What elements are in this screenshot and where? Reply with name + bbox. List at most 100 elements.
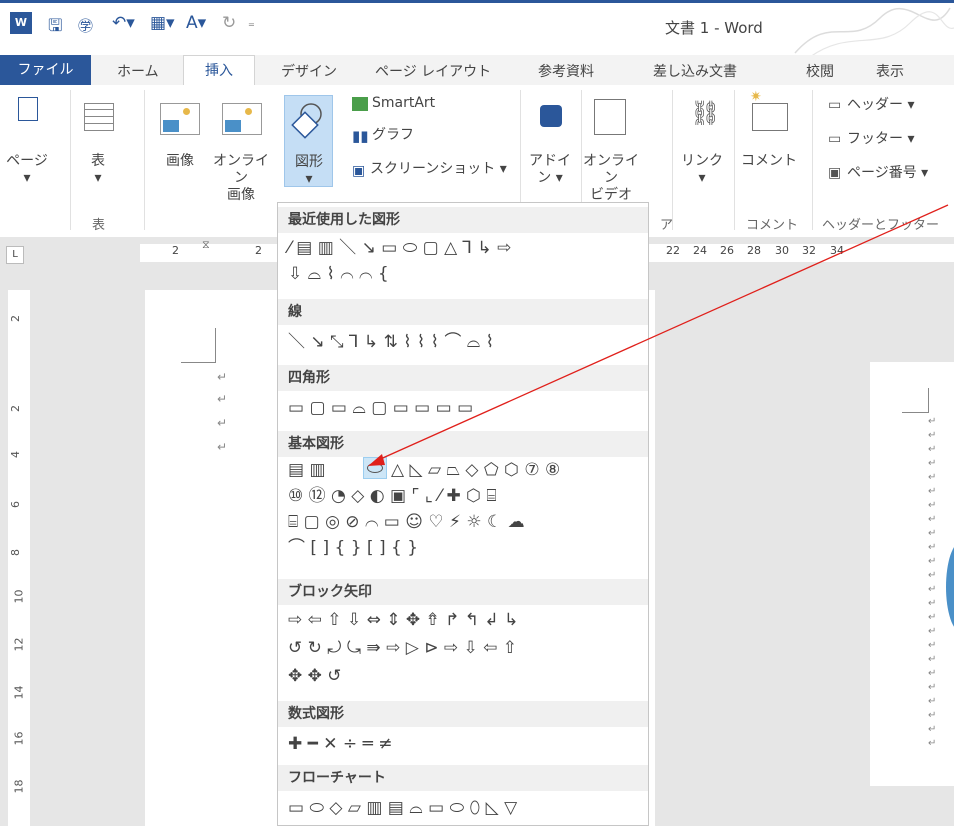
- margin-corner: [902, 412, 929, 413]
- paragraph-mark: ↵: [217, 416, 228, 430]
- addins-button[interactable]: アドイン ▾: [525, 153, 575, 187]
- section-lines: 線: [278, 299, 648, 325]
- ruler-tick: 32: [802, 244, 816, 257]
- tab-insert[interactable]: 挿入: [183, 55, 255, 86]
- tab-page-layout[interactable]: ページ レイアウト: [375, 61, 491, 81]
- document-page-thumbnail[interactable]: ↵ ↵ ↵ ↵ ↵ ↵ ↵ ↵ ↵ ↵ ↵ ↵ ↵ ↵ ↵ ↵ ↵ ↵ ↵ ↵ ↵ ↵ ↵ ↵: [870, 362, 954, 786]
- pages-button[interactable]: ページ ▾: [2, 153, 52, 187]
- paragraph-mark: ↵: [928, 556, 937, 567]
- section-basic-shapes: 基本図形: [278, 431, 648, 457]
- basic-shapes-row[interactable]: △ ◺ ▱ ⏢ ◇ ⬠ ⬡ ⑦ ⑧: [391, 459, 560, 481]
- touch-mode-icon[interactable]: ㊫: [78, 15, 93, 36]
- basic-shapes-row[interactable]: ▤ ▥: [288, 459, 326, 481]
- title-decoration: [794, 7, 954, 58]
- basic-shapes-row[interactable]: ⑩ ⑫ ◔ ◇ ◐ ▣ ⌜ ⌞ ⁄ ✚ ⬡ ⌸: [288, 485, 497, 507]
- margin-corner: [928, 388, 929, 412]
- block-arrows-row[interactable]: ↺ ↻ ⤾ ⤿ ⇛ ⇨ ▷ ⊳ ⇨ ⇩ ⇦ ⇧: [288, 637, 517, 659]
- recent-shapes-row[interactable]: ⇩ ⌓ ⌇ ⌒ ⌒ {: [288, 263, 389, 285]
- section-equation-shapes: 数式図形: [278, 701, 648, 727]
- paragraph-mark: ↵: [928, 626, 937, 637]
- font-color-icon[interactable]: A▾: [186, 13, 206, 33]
- equation-shapes-row[interactable]: ✚ ━ ✕ ÷ ═ ≠: [288, 733, 392, 755]
- paragraph-mark: ↵: [928, 738, 937, 749]
- vertical-ruler[interactable]: 2 2 4 6 8 10 12 14 16 18: [8, 290, 30, 826]
- group-label-table: 表: [92, 218, 106, 233]
- lines-row[interactable]: ＼ ↘ ⤡ ⅂ ↳ ⇅ ⌇ ⌇ ⌇ ⌒ ⌓ ⌇: [288, 331, 494, 353]
- online-picture-button[interactable]: オンライン 画像: [208, 153, 274, 204]
- tab-file[interactable]: ファイル: [0, 55, 91, 85]
- ribbon-tabs: ファイル ホーム 挿入 デザイン ページ レイアウト 参考資料 差し込み文書 校…: [0, 55, 954, 86]
- group-separator: [144, 90, 145, 230]
- paragraph-mark: ↵: [217, 370, 228, 384]
- shapes-label: 図形 ▾: [295, 154, 323, 187]
- margin-corner: [181, 362, 216, 363]
- paragraph-mark: ↵: [928, 486, 937, 497]
- tab-mailings[interactable]: 差し込み文書: [653, 61, 737, 81]
- paragraph-mark: ↵: [928, 696, 937, 707]
- basic-shapes-row[interactable]: ⌒ [ ] { } [ ] { }: [288, 537, 418, 559]
- customize-icon[interactable]: ₌: [248, 16, 255, 31]
- ruler-tick: 28: [747, 244, 761, 257]
- header-icon: ▭: [828, 97, 842, 113]
- page-number-icon: ▣: [828, 165, 842, 181]
- rectangles-row[interactable]: ▭ ▢ ▭ ⌓ ▢ ▭ ▭ ▭ ▭: [288, 397, 473, 419]
- comment-button[interactable]: コメント: [738, 153, 800, 170]
- shapes-button[interactable]: 図形 ▾: [284, 95, 333, 187]
- table-icon[interactable]: ▦▾: [150, 13, 175, 33]
- vruler-tick: 12: [12, 637, 26, 652]
- ruler-tick: 2: [255, 244, 262, 257]
- tab-design[interactable]: デザイン: [281, 61, 337, 81]
- tab-review[interactable]: 校閲: [806, 61, 834, 81]
- ruler-tick: 26: [720, 244, 734, 257]
- tab-selector-button[interactable]: L: [6, 246, 24, 264]
- smartart-button[interactable]: SmartArt: [372, 95, 435, 112]
- paragraph-mark: ↵: [928, 528, 937, 539]
- paragraph-mark: ↵: [928, 458, 937, 469]
- screenshot-button[interactable]: スクリーンショット ▾: [370, 161, 507, 178]
- link-button[interactable]: リンク ▾: [680, 153, 724, 187]
- block-arrows-row[interactable]: ✥ ✥ ↺: [288, 665, 342, 687]
- chart-button[interactable]: グラフ: [372, 127, 414, 144]
- blue-oval-shape[interactable]: [946, 542, 954, 632]
- paragraph-mark: ↵: [217, 392, 228, 406]
- vruler-tick: 16: [12, 731, 26, 746]
- footer-icon: ▭: [828, 131, 842, 147]
- undo-icon[interactable]: ↶▾: [112, 13, 135, 33]
- recent-shapes-row[interactable]: ⁄ ▤ ▥ ＼ ↘ ▭ ⬭ ▢ △ ⅂ ↳ ⇨: [288, 237, 511, 259]
- paragraph-mark: ↵: [928, 612, 937, 623]
- paragraph-mark: ↵: [928, 640, 937, 651]
- shapes-dropdown[interactable]: 最近使用した図形 ⁄ ▤ ▥ ＼ ↘ ▭ ⬭ ▢ △ ⅂ ↳ ⇨ ⇩ ⌓ ⌇ ⌒…: [277, 202, 649, 826]
- group-separator: [734, 90, 735, 230]
- indent-marker-icon[interactable]: ⧖: [202, 238, 210, 252]
- tab-view[interactable]: 表示: [876, 61, 904, 81]
- comment-icon: [752, 103, 788, 131]
- document-title: 文書 1 - Word: [665, 19, 763, 37]
- picture-icon: [160, 103, 200, 135]
- section-rectangles: 四角形: [278, 365, 648, 391]
- screenshot-icon: ▣: [352, 163, 366, 179]
- header-button[interactable]: ヘッダー ▾: [847, 97, 914, 114]
- footer-button[interactable]: フッター ▾: [847, 131, 914, 148]
- online-video-button[interactable]: オンライン ビデオ: [582, 153, 640, 204]
- comment-star-icon: ✷: [750, 89, 762, 105]
- redo-icon[interactable]: ↻: [222, 13, 236, 33]
- basic-shapes-row[interactable]: ⌸ ▢ ◎ ⊘ ⌒ ▭ ☺ ♡ ⚡ ☼ ☾ ☁: [288, 511, 525, 533]
- section-recent-shapes: 最近使用した図形: [278, 207, 648, 233]
- flowchart-row[interactable]: ▭ ⬭ ◇ ▱ ▥ ▤ ⌓ ▭ ⬭ ⬯ ◺ ▽: [288, 797, 517, 819]
- vruler-tick: 8: [9, 549, 22, 556]
- addins-icon: [540, 105, 562, 127]
- ruler-tick: 24: [693, 244, 707, 257]
- vruler-tick: 14: [12, 685, 26, 700]
- block-arrows-row[interactable]: ⇨ ⇦ ⇧ ⇩ ⇔ ⇕ ✥ ⇮ ↱ ↰ ↲ ↳: [288, 609, 518, 631]
- table-button[interactable]: 表 ▾: [78, 153, 118, 187]
- save-icon[interactable]: 🖫: [48, 13, 62, 42]
- word-app-icon: W: [10, 12, 32, 34]
- picture-button[interactable]: 画像: [155, 153, 205, 170]
- tab-references[interactable]: 参考資料: [538, 61, 594, 81]
- group-label-comment: コメント: [746, 218, 799, 233]
- link-icon: ⛓: [690, 99, 721, 127]
- oval-shape-selected[interactable]: [363, 457, 387, 479]
- page-number-button[interactable]: ページ番号 ▾: [847, 165, 928, 182]
- tab-home[interactable]: ホーム: [117, 61, 159, 81]
- shapes-icon: [291, 103, 322, 139]
